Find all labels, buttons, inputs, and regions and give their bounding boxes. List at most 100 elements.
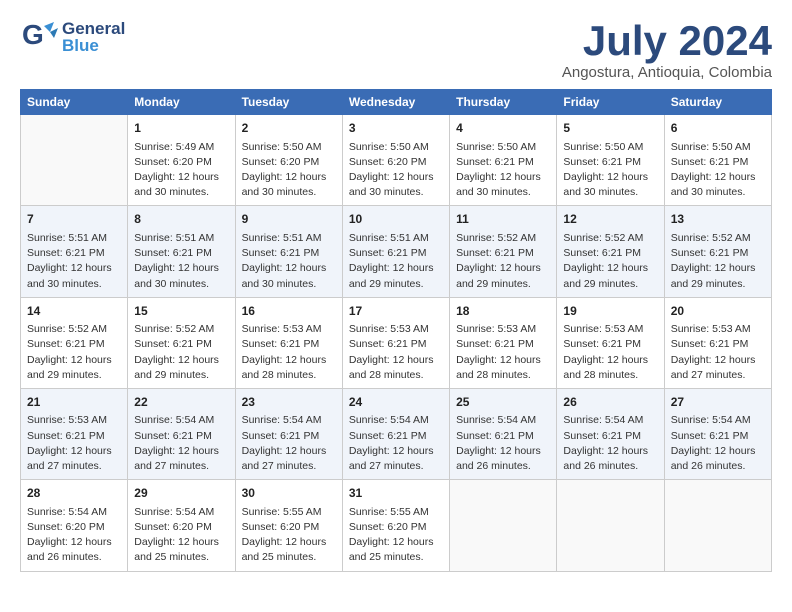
calendar-cell: 22Sunrise: 5:54 AMSunset: 6:21 PMDayligh…: [128, 388, 235, 479]
cell-info-line: and 30 minutes.: [27, 277, 121, 292]
cell-info-line: Daylight: 12 hours: [671, 170, 765, 185]
cell-info-line: Sunrise: 5:52 AM: [671, 231, 765, 246]
cell-info-line: and 26 minutes.: [456, 459, 550, 474]
cell-info-line: Sunset: 6:21 PM: [349, 246, 443, 261]
cell-info-line: Daylight: 12 hours: [134, 261, 228, 276]
header-tuesday: Tuesday: [235, 90, 342, 115]
cell-info-line: Sunrise: 5:50 AM: [242, 140, 336, 155]
calendar-cell: 1Sunrise: 5:49 AMSunset: 6:20 PMDaylight…: [128, 115, 235, 206]
day-number: 14: [27, 303, 121, 320]
cell-info-line: Daylight: 12 hours: [349, 535, 443, 550]
header-saturday: Saturday: [664, 90, 771, 115]
day-number: 20: [671, 303, 765, 320]
cell-info-line: Sunrise: 5:54 AM: [671, 413, 765, 428]
cell-info-line: Sunrise: 5:52 AM: [134, 322, 228, 337]
cell-info-line: Daylight: 12 hours: [242, 261, 336, 276]
calendar-cell: 28Sunrise: 5:54 AMSunset: 6:20 PMDayligh…: [21, 480, 128, 571]
cell-info-line: Sunrise: 5:52 AM: [27, 322, 121, 337]
calendar-week-1: 1Sunrise: 5:49 AMSunset: 6:20 PMDaylight…: [21, 115, 772, 206]
header: G General Blue July 2024 Angostura, Anti…: [20, 18, 772, 81]
cell-info-line: Daylight: 12 hours: [456, 170, 550, 185]
cell-info-line: and 29 minutes.: [671, 277, 765, 292]
calendar-cell: 15Sunrise: 5:52 AMSunset: 6:21 PMDayligh…: [128, 297, 235, 388]
cell-info-line: Sunrise: 5:53 AM: [349, 322, 443, 337]
cell-info-line: and 27 minutes.: [134, 459, 228, 474]
cell-info-line: Sunrise: 5:54 AM: [456, 413, 550, 428]
day-number: 7: [27, 211, 121, 228]
cell-info-line: and 29 minutes.: [563, 277, 657, 292]
calendar-cell: 31Sunrise: 5:55 AMSunset: 6:20 PMDayligh…: [342, 480, 449, 571]
calendar-week-5: 28Sunrise: 5:54 AMSunset: 6:20 PMDayligh…: [21, 480, 772, 571]
cell-info-line: Daylight: 12 hours: [242, 535, 336, 550]
cell-info-line: and 30 minutes.: [563, 185, 657, 200]
header-monday: Monday: [128, 90, 235, 115]
calendar-cell: 14Sunrise: 5:52 AMSunset: 6:21 PMDayligh…: [21, 297, 128, 388]
day-number: 12: [563, 211, 657, 228]
day-number: 22: [134, 394, 228, 411]
cell-info-line: Daylight: 12 hours: [671, 444, 765, 459]
cell-info-line: and 28 minutes.: [456, 368, 550, 383]
day-number: 27: [671, 394, 765, 411]
calendar-cell: 10Sunrise: 5:51 AMSunset: 6:21 PMDayligh…: [342, 206, 449, 297]
calendar-week-4: 21Sunrise: 5:53 AMSunset: 6:21 PMDayligh…: [21, 388, 772, 479]
day-number: 8: [134, 211, 228, 228]
cell-info-line: and 29 minutes.: [134, 368, 228, 383]
logo: G General Blue: [20, 18, 125, 56]
page: G General Blue July 2024 Angostura, Anti…: [0, 0, 792, 582]
cell-info-line: Sunset: 6:21 PM: [27, 429, 121, 444]
cell-info-line: Sunrise: 5:52 AM: [456, 231, 550, 246]
day-number: 29: [134, 485, 228, 502]
day-number: 16: [242, 303, 336, 320]
cell-info-line: Sunset: 6:20 PM: [134, 520, 228, 535]
calendar-cell: 9Sunrise: 5:51 AMSunset: 6:21 PMDaylight…: [235, 206, 342, 297]
cell-info-line: Sunrise: 5:50 AM: [349, 140, 443, 155]
calendar-cell: 5Sunrise: 5:50 AMSunset: 6:21 PMDaylight…: [557, 115, 664, 206]
cell-info-line: Sunset: 6:21 PM: [563, 337, 657, 352]
day-number: 25: [456, 394, 550, 411]
cell-info-line: Daylight: 12 hours: [456, 353, 550, 368]
calendar-cell: 19Sunrise: 5:53 AMSunset: 6:21 PMDayligh…: [557, 297, 664, 388]
cell-info-line: and 30 minutes.: [134, 185, 228, 200]
day-number: 4: [456, 120, 550, 137]
cell-info-line: Daylight: 12 hours: [456, 261, 550, 276]
day-number: 19: [563, 303, 657, 320]
calendar-cell: 30Sunrise: 5:55 AMSunset: 6:20 PMDayligh…: [235, 480, 342, 571]
calendar-cell: 23Sunrise: 5:54 AMSunset: 6:21 PMDayligh…: [235, 388, 342, 479]
calendar-header: Sunday Monday Tuesday Wednesday Thursday…: [21, 90, 772, 115]
calendar-cell: 2Sunrise: 5:50 AMSunset: 6:20 PMDaylight…: [235, 115, 342, 206]
cell-info-line: and 25 minutes.: [134, 550, 228, 565]
cell-info-line: Sunset: 6:21 PM: [242, 429, 336, 444]
calendar-cell: [450, 480, 557, 571]
calendar-cell: 21Sunrise: 5:53 AMSunset: 6:21 PMDayligh…: [21, 388, 128, 479]
cell-info-line: Daylight: 12 hours: [242, 170, 336, 185]
calendar-cell: [664, 480, 771, 571]
cell-info-line: Sunrise: 5:49 AM: [134, 140, 228, 155]
calendar-body: 1Sunrise: 5:49 AMSunset: 6:20 PMDaylight…: [21, 115, 772, 571]
cell-info-line: Daylight: 12 hours: [349, 353, 443, 368]
cell-info-line: Sunrise: 5:54 AM: [134, 505, 228, 520]
calendar-cell: 29Sunrise: 5:54 AMSunset: 6:20 PMDayligh…: [128, 480, 235, 571]
cell-info-line: Sunrise: 5:51 AM: [349, 231, 443, 246]
cell-info-line: Sunset: 6:21 PM: [563, 429, 657, 444]
day-number: 10: [349, 211, 443, 228]
cell-info-line: Sunset: 6:21 PM: [456, 337, 550, 352]
day-number: 24: [349, 394, 443, 411]
day-number: 23: [242, 394, 336, 411]
cell-info-line: Sunrise: 5:53 AM: [671, 322, 765, 337]
cell-info-line: Daylight: 12 hours: [27, 261, 121, 276]
header-friday: Friday: [557, 90, 664, 115]
day-number: 6: [671, 120, 765, 137]
day-number: 31: [349, 485, 443, 502]
cell-info-line: and 30 minutes.: [242, 185, 336, 200]
day-number: 26: [563, 394, 657, 411]
cell-info-line: Daylight: 12 hours: [349, 444, 443, 459]
header-thursday: Thursday: [450, 90, 557, 115]
cell-info-line: Sunset: 6:21 PM: [242, 246, 336, 261]
cell-info-line: Sunset: 6:20 PM: [349, 520, 443, 535]
calendar-week-3: 14Sunrise: 5:52 AMSunset: 6:21 PMDayligh…: [21, 297, 772, 388]
logo-icon: G: [20, 18, 58, 56]
cell-info-line: Sunrise: 5:54 AM: [134, 413, 228, 428]
cell-info-line: Daylight: 12 hours: [27, 353, 121, 368]
day-number: 15: [134, 303, 228, 320]
day-number: 18: [456, 303, 550, 320]
